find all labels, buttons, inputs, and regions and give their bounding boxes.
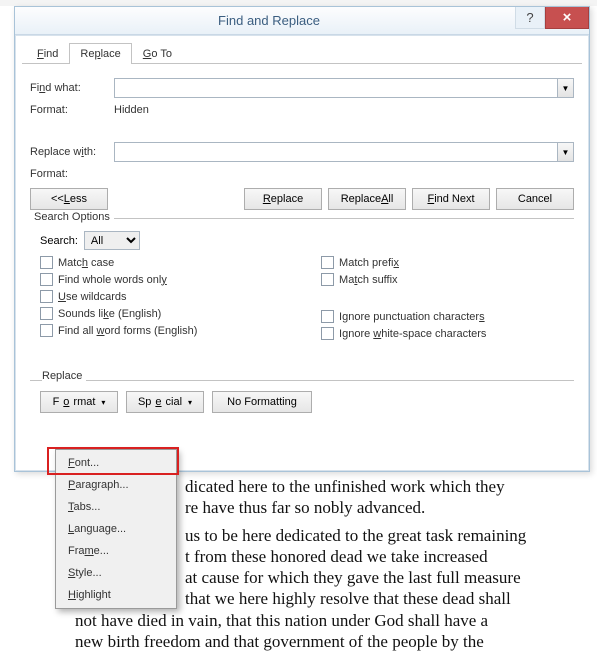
format-label-1: Format: [30,104,114,116]
chevron-down-icon[interactable]: ▼ [557,79,573,97]
menu-style[interactable]: Style... [58,562,174,584]
help-button[interactable]: ? [515,7,545,29]
special-dropdown-button[interactable]: Special [126,391,204,413]
replace-button[interactable]: Replace [244,188,322,210]
menu-highlight[interactable]: Highlight [58,584,174,606]
format-dropdown-button[interactable]: Format [40,391,118,413]
format-label-2: Format: [30,168,114,180]
close-button[interactable]: × [545,7,589,29]
find-replace-dialog: Find and Replace ? × Find Replace Go To … [14,6,590,472]
dialog-title: Find and Replace [23,13,515,28]
replace-with-input[interactable] [115,143,557,161]
no-formatting-button[interactable]: No Formatting [212,391,312,413]
ignore-punct-checkbox[interactable]: Ignore punctuation characters [321,310,574,323]
titlebar: Find and Replace ? × [15,7,589,35]
menu-font[interactable]: Font... [58,452,174,474]
find-next-button[interactable]: Find Next [412,188,490,210]
wildcards-checkbox[interactable]: Use wildcards [40,290,321,303]
search-direction-select[interactable]: All [84,231,140,250]
find-what-combo[interactable]: ▼ [114,78,574,98]
menu-language[interactable]: Language... [58,518,174,540]
tab-find[interactable]: Find [26,43,69,64]
replace-all-button[interactable]: Replace All [328,188,406,210]
tab-strip: Find Replace Go To [22,42,582,64]
match-suffix-checkbox[interactable]: Match suffix [321,273,574,286]
search-direction-label: Search: [40,235,78,247]
match-prefix-checkbox[interactable]: Match prefix [321,256,574,269]
cancel-button[interactable]: Cancel [496,188,574,210]
find-what-input[interactable] [115,79,557,97]
replace-with-combo[interactable]: ▼ [114,142,574,162]
find-format-value: Hidden [114,104,149,116]
format-menu: Font... Paragraph... Tabs... Language...… [55,449,177,609]
less-button[interactable]: << Less [30,188,108,210]
find-what-label: Find what: [30,82,114,94]
menu-frame[interactable]: Frame... [58,540,174,562]
chevron-down-icon[interactable]: ▼ [557,143,573,161]
ignore-whitespace-checkbox[interactable]: Ignore white-space characters [321,327,574,340]
menu-paragraph[interactable]: Paragraph... [58,474,174,496]
search-options-legend: Search Options [30,211,114,223]
match-case-checkbox[interactable]: Match case [40,256,321,269]
menu-tabs[interactable]: Tabs... [58,496,174,518]
replace-section-label: Replace [30,340,574,381]
tab-goto[interactable]: Go To [132,43,183,64]
whole-words-checkbox[interactable]: Find whole words only [40,273,321,286]
sounds-like-checkbox[interactable]: Sounds like (English) [40,307,321,320]
replace-with-label: Replace with: [30,146,114,158]
tab-replace[interactable]: Replace [69,43,131,64]
word-forms-checkbox[interactable]: Find all word forms (English) [40,324,321,337]
